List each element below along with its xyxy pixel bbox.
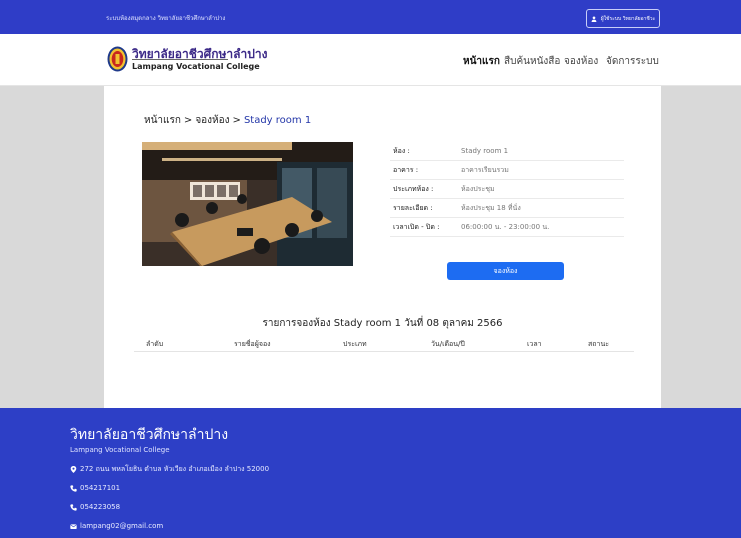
book-room-button[interactable]: จองห้อง [447, 262, 564, 280]
booking-list-title: รายการจองห้อง Stady room 1 วันที่ 08 ตุล… [262, 318, 503, 329]
footer-address: 272 ถนน พหลโยธิน ตำบล หัวเวียง อำเภอเมือ… [70, 464, 269, 475]
detail-label: ห้อง : [393, 146, 410, 155]
room-photo [142, 142, 353, 266]
main-content: หน้าแรก > จองห้อง > Stady room 1 ห้อง : Stad… [104, 86, 661, 408]
footer-phone-1-text[interactable]: 054217101 [80, 484, 120, 492]
column-header-time: เวลา [527, 340, 542, 348]
footer-email: lampang02@gmail.com [70, 522, 163, 530]
nav-search-books[interactable]: สืบค้นหนังสือ [504, 54, 560, 69]
footer-phone-2: 054223058 [70, 503, 120, 511]
detail-value: ห้องประชุม [461, 184, 495, 193]
footer-phone-1: 054217101 [70, 484, 120, 492]
footer-address-text: 272 ถนน พหลโยธิน ตำบล หัวเวียง อำเภอเมือ… [80, 465, 270, 473]
detail-value: 06:00:00 น. - 23:00:00 น. [461, 222, 550, 231]
envelope-icon [70, 523, 77, 529]
college-logo[interactable] [107, 46, 128, 72]
user-icon [591, 15, 597, 22]
column-header-no: ลำดับ [146, 340, 164, 348]
nav-home[interactable]: หน้าแรก [463, 54, 500, 69]
site-header: วิทยาลัยอาชีวศึกษาลำปาง Lampang Vocation… [0, 34, 741, 86]
phone-icon [70, 484, 77, 492]
detail-row-building: อาคาร : อาคารเรียนรวม [390, 161, 624, 180]
booking-table-header: ลำดับ รายชื่อผู้จอง ประเภท วัน/เดือน/ปี … [134, 334, 634, 352]
breadcrumb-separator: > [183, 115, 193, 126]
column-header-name: รายชื่อผู้จอง [234, 340, 271, 348]
detail-value: ห้องประชุม 18 ที่นั่ง [461, 203, 521, 212]
column-header-type: ประเภท [343, 340, 367, 348]
brand-name-en: Lampang Vocational College [132, 62, 260, 71]
detail-label: เวลาเปิด - ปิด : [393, 222, 440, 231]
detail-row-hours: เวลาเปิด - ปิด : 06:00:00 น. - 23:00:00 … [390, 218, 624, 237]
footer-subtitle: Lampang Vocational College [70, 446, 170, 454]
detail-row-room: ห้อง : Stady room 1 [390, 142, 624, 161]
footer-title: วิทยาลัยอาชีวศึกษาลำปาง [70, 427, 229, 443]
breadcrumb-separator: > [232, 115, 241, 126]
user-menu-button[interactable]: ผู้ใช้ระบบ วิทยาลัยอาชีวะ [586, 9, 660, 28]
breadcrumb-home[interactable]: หน้าแรก [144, 115, 181, 126]
breadcrumb-current: Stady room 1 [243, 115, 312, 126]
detail-row-room-type: ประเภทห้อง : ห้องประชุม [390, 180, 624, 199]
column-header-status: สถานะ [588, 340, 609, 348]
detail-row-description: รายละเอียด : ห้องประชุม 18 ที่นั่ง [390, 199, 624, 218]
detail-value: Stady room 1 [461, 147, 509, 155]
room-details: ห้อง : Stady room 1 อาคาร : อาคารเรียนรว… [390, 142, 624, 237]
system-name: ระบบห้องสมุดกลาง วิทยาลัยอาชีวศึกษาลำปาง [106, 15, 226, 22]
brand-divider [132, 59, 228, 60]
footer-phone-2-text[interactable]: 054223058 [80, 503, 120, 511]
detail-label: อาคาร : [393, 165, 419, 174]
footer-email-text[interactable]: lampang02@gmail.com [80, 522, 163, 530]
nav-book-room[interactable]: จองห้อง [564, 54, 598, 69]
column-header-date: วัน/เดือน/ปี [431, 340, 465, 348]
site-footer: วิทยาลัยอาชีวศึกษาลำปาง Lampang Vocation… [0, 408, 741, 538]
breadcrumb: หน้าแรก > จองห้อง > Stady room 1 [144, 113, 311, 128]
detail-value: อาคารเรียนรวม [461, 165, 509, 174]
breadcrumb-book-room[interactable]: จองห้อง [195, 115, 229, 126]
location-pin-icon [70, 466, 77, 473]
nav-manage[interactable]: จัดการระบบ [606, 54, 659, 69]
phone-icon [70, 503, 77, 511]
detail-label: รายละเอียด : [393, 203, 433, 212]
detail-label: ประเภทห้อง : [393, 184, 434, 193]
user-label: ผู้ใช้ระบบ วิทยาลัยอาชีวะ [600, 15, 656, 22]
top-bar: ระบบห้องสมุดกลาง วิทยาลัยอาชีวศึกษาลำปาง… [0, 0, 741, 34]
